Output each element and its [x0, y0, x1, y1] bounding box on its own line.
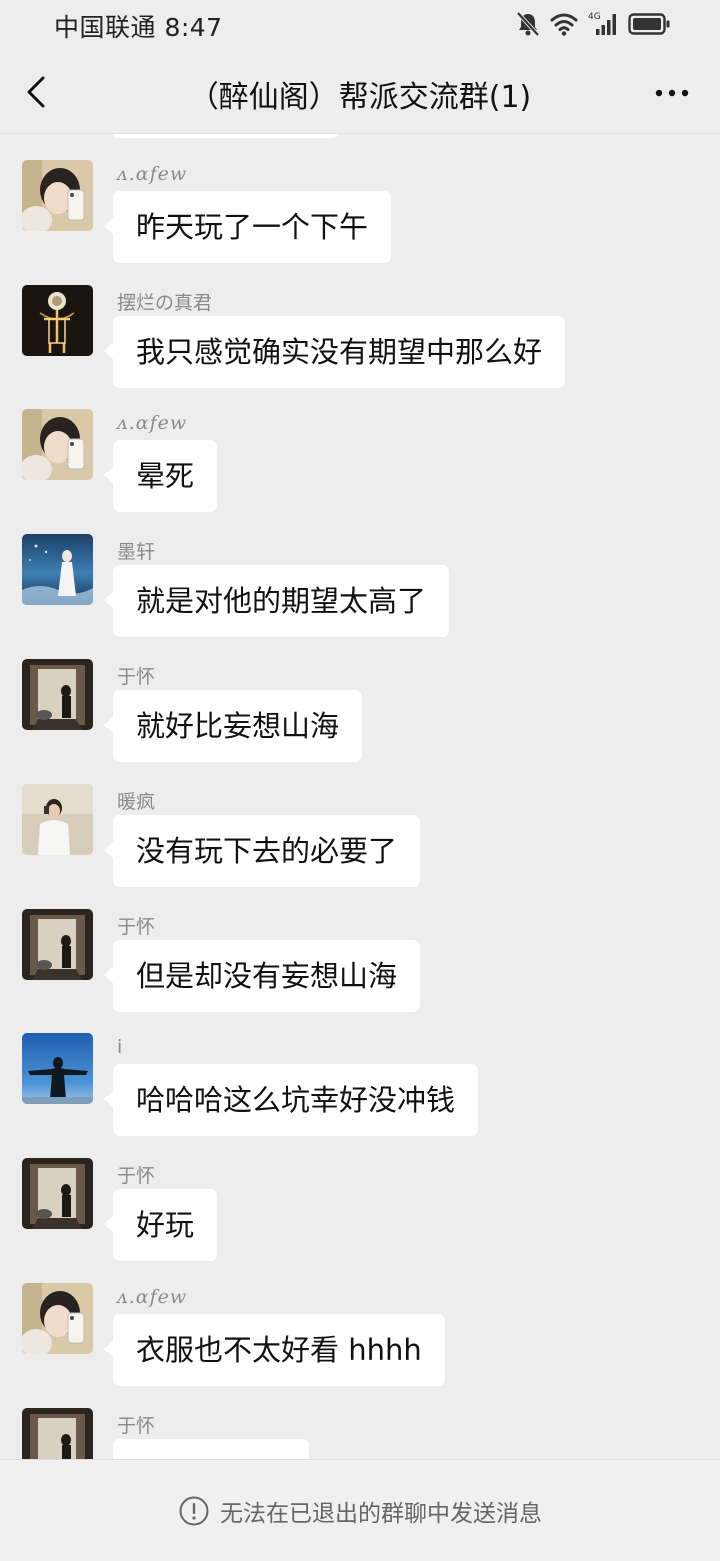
info-circle-icon — [179, 1496, 209, 1526]
avatar[interactable] — [22, 1283, 93, 1354]
message-bubble[interactable]: 好玩 — [103, 1189, 218, 1261]
back-button[interactable] — [14, 70, 58, 114]
message-bubble[interactable]: 没有玩下去的必要了 — [103, 815, 421, 887]
network-type-label: 4G — [588, 12, 601, 22]
avatar[interactable] — [22, 160, 93, 231]
message-item: i 哈哈哈这么坑幸好没冲钱 — [0, 1007, 720, 1136]
sender-name: i — [117, 1036, 123, 1058]
avatar[interactable] — [22, 1408, 93, 1459]
carrier-time: 中国联通 8:47 — [54, 13, 223, 42]
battery-icon — [628, 13, 670, 35]
avatar[interactable] — [22, 534, 93, 605]
avatar[interactable] — [22, 409, 93, 480]
notice-text: 无法在已退出的群聊中发送消息 — [220, 1501, 542, 1527]
message-item: 摆烂の真君 我只感觉确实没有期望中那么好 — [0, 259, 720, 388]
exited-group-notice: 无法在已退出的群聊中发送消息 — [0, 1494, 720, 1528]
message-bubble[interactable]: 哈哈哈这么坑幸好没冲钱 — [103, 1064, 479, 1136]
sender-name: 于怀 — [117, 916, 156, 938]
message-bubble[interactable]: 我只感觉确实没有期望中那么好 — [103, 316, 566, 388]
sender-name: ᴧ.ɑfew — [117, 412, 188, 434]
sender-name: ᴧ.ɑfew — [117, 163, 188, 185]
chat-message-list[interactable]: ᴧ.ɑfew 昨天玩了一个下午 摆烂の真君 我只感觉确实没有期望中那么好 ᴧ.ɑ… — [0, 134, 720, 1459]
sender-name: 暖疯 — [117, 791, 156, 813]
nav-bar: （醉仙阁）帮派交流群(1) — [0, 50, 720, 134]
more-dots-icon — [655, 89, 689, 97]
status-bar: 中国联通 8:47 4G — [0, 0, 720, 50]
sender-name: ᴧ.ɑfew — [117, 1286, 188, 1308]
message-bubble[interactable]: 晕死 — [103, 440, 218, 512]
avatar[interactable] — [22, 659, 93, 730]
message-bubble[interactable]: 昨天玩了一个下午 — [103, 191, 392, 263]
message-bubble[interactable]: 衣服也不太好看 hhhh — [104, 1314, 445, 1386]
bottom-notice-bar: 无法在已退出的群聊中发送消息 — [0, 1459, 720, 1561]
message-item: 墨轩 就是对他的期望太高了 — [0, 508, 720, 637]
avatar[interactable] — [22, 1158, 93, 1229]
message-item: ᴧ.ɑfew 衣服也不太好看 hhhh — [0, 1257, 720, 1386]
message-item: ᴧ.ɑfew 晕死 — [0, 383, 720, 512]
sender-name: 于怀 — [117, 1415, 156, 1437]
sender-name: 于怀 — [117, 1165, 156, 1187]
more-options-button[interactable] — [652, 76, 692, 110]
cellular-signal-icon: 4G — [588, 12, 616, 35]
status-icons: 4G — [516, 11, 670, 37]
avatar[interactable] — [22, 784, 93, 855]
sender-name: 摆烂の真君 — [117, 292, 213, 314]
message-item: 于怀 但是却没有妄想山海 — [0, 883, 720, 1012]
chat-title: （醉仙阁）帮派交流群(1) — [188, 80, 532, 115]
message-bubble[interactable]: 就好比妄想山海 — [103, 690, 363, 762]
sender-name: 于怀 — [117, 666, 156, 688]
chevron-left-icon — [27, 76, 45, 108]
message-bubble[interactable]: 就是对他的期望太高了 — [103, 565, 450, 637]
avatar[interactable] — [22, 285, 93, 356]
mute-bell-icon — [516, 11, 540, 37]
message-item: 于怀 好玩 — [0, 1132, 720, 1261]
message-item: 于怀 — [0, 1382, 720, 1459]
avatar[interactable] — [22, 1033, 93, 1104]
sender-name: 墨轩 — [117, 541, 156, 563]
message-bubble[interactable]: 但是却没有妄想山海 — [103, 940, 421, 1012]
message-item: ᴧ.ɑfew 昨天玩了一个下午 — [0, 134, 720, 263]
message-item: 暖疯 没有玩下去的必要了 — [0, 758, 720, 887]
avatar[interactable] — [22, 909, 93, 980]
message-bubble[interactable] — [113, 1439, 309, 1459]
message-item: 于怀 就好比妄想山海 — [0, 633, 720, 762]
wifi-icon — [550, 13, 578, 36]
